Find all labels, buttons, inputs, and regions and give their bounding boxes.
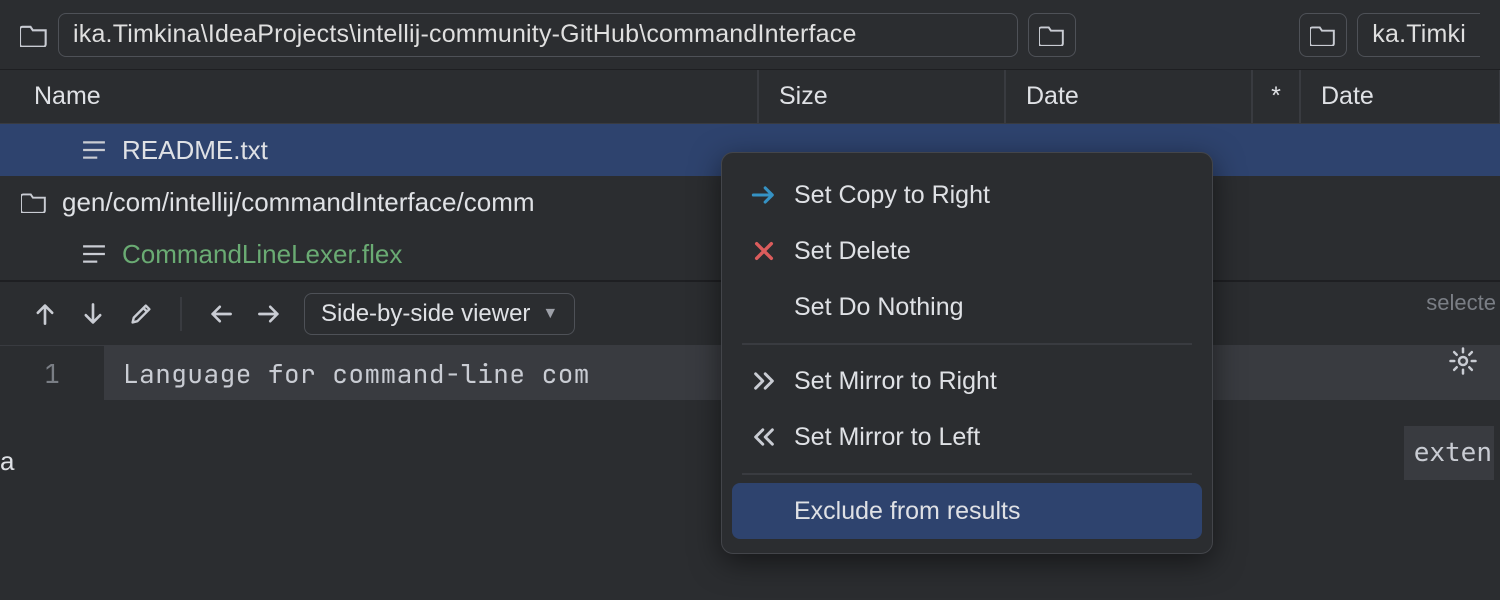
- ctx-label: Set Mirror to Left: [794, 423, 980, 452]
- left-edge-char: a: [0, 446, 14, 477]
- ctx-set-mirror-right[interactable]: Set Mirror to Right: [732, 353, 1202, 409]
- next-diff-icon[interactable]: [80, 301, 106, 327]
- right-code-tail: exten: [1404, 426, 1494, 480]
- left-path-pill[interactable]: ika.Timkina\IdeaProjects\intellij-commun…: [58, 13, 1018, 57]
- prev-diff-icon[interactable]: [32, 301, 58, 327]
- col-date-right[interactable]: Date: [1300, 70, 1500, 123]
- col-size[interactable]: Size: [758, 70, 1005, 123]
- text-file-icon: [80, 243, 108, 265]
- ctx-label: Set Mirror to Right: [794, 367, 997, 396]
- tree-label: README.txt: [122, 135, 268, 166]
- tree-label: gen/com/intellij/commandInterface/comm: [62, 187, 535, 218]
- ctx-exclude-results[interactable]: Exclude from results: [732, 483, 1202, 539]
- right-hint-text: selecte: [1426, 290, 1496, 316]
- ctx-separator: [742, 343, 1192, 345]
- column-headers: Name Size Date * Date: [0, 70, 1500, 124]
- ctx-separator: [742, 473, 1192, 475]
- right-path-text: ka.Timki: [1372, 20, 1466, 49]
- gear-icon[interactable]: [1448, 346, 1478, 376]
- chevrons-right-icon: [750, 371, 778, 391]
- left-path-open[interactable]: [1028, 13, 1076, 57]
- ctx-label: Set Copy to Right: [794, 181, 990, 210]
- path-bar: ika.Timkina\IdeaProjects\intellij-commun…: [0, 0, 1500, 70]
- toolbar-divider: [180, 297, 182, 331]
- folder-icon: [1039, 24, 1065, 46]
- ctx-set-copy-right[interactable]: Set Copy to Right: [732, 167, 1202, 223]
- ctx-label: Exclude from results: [794, 497, 1020, 526]
- col-name[interactable]: Name: [0, 70, 758, 123]
- right-path-open[interactable]: [1299, 13, 1347, 57]
- back-icon[interactable]: [208, 301, 234, 327]
- arrow-right-icon: [750, 185, 778, 205]
- ctx-set-mirror-left[interactable]: Set Mirror to Left: [732, 409, 1202, 465]
- folder-icon: [1310, 24, 1336, 46]
- edit-icon[interactable]: [128, 301, 154, 327]
- folder-icon: [20, 23, 48, 47]
- folder-icon: [20, 191, 48, 213]
- text-file-icon: [80, 139, 108, 161]
- ctx-label: Set Do Nothing: [794, 293, 964, 322]
- col-star[interactable]: *: [1252, 70, 1300, 123]
- tree-label: CommandLineLexer.flex: [122, 239, 402, 270]
- viewer-mode-label: Side-by-side viewer: [321, 300, 530, 328]
- ctx-label: Set Delete: [794, 237, 911, 266]
- chevrons-left-icon: [750, 427, 778, 447]
- ctx-set-delete[interactable]: Set Delete: [732, 223, 1202, 279]
- left-path-text: ika.Timkina\IdeaProjects\intellij-commun…: [73, 20, 857, 49]
- chevron-down-icon: ▼: [542, 305, 558, 323]
- ctx-set-do-nothing[interactable]: Set Do Nothing: [732, 279, 1202, 335]
- right-path-pill[interactable]: ka.Timki: [1357, 13, 1480, 57]
- viewer-mode-select[interactable]: Side-by-side viewer ▼: [304, 293, 575, 335]
- forward-icon[interactable]: [256, 301, 282, 327]
- context-menu: Set Copy to Right Set Delete Set Do Noth…: [721, 152, 1213, 554]
- col-date-left[interactable]: Date: [1005, 70, 1252, 123]
- x-icon: [750, 240, 778, 262]
- line-number: 1: [0, 346, 105, 400]
